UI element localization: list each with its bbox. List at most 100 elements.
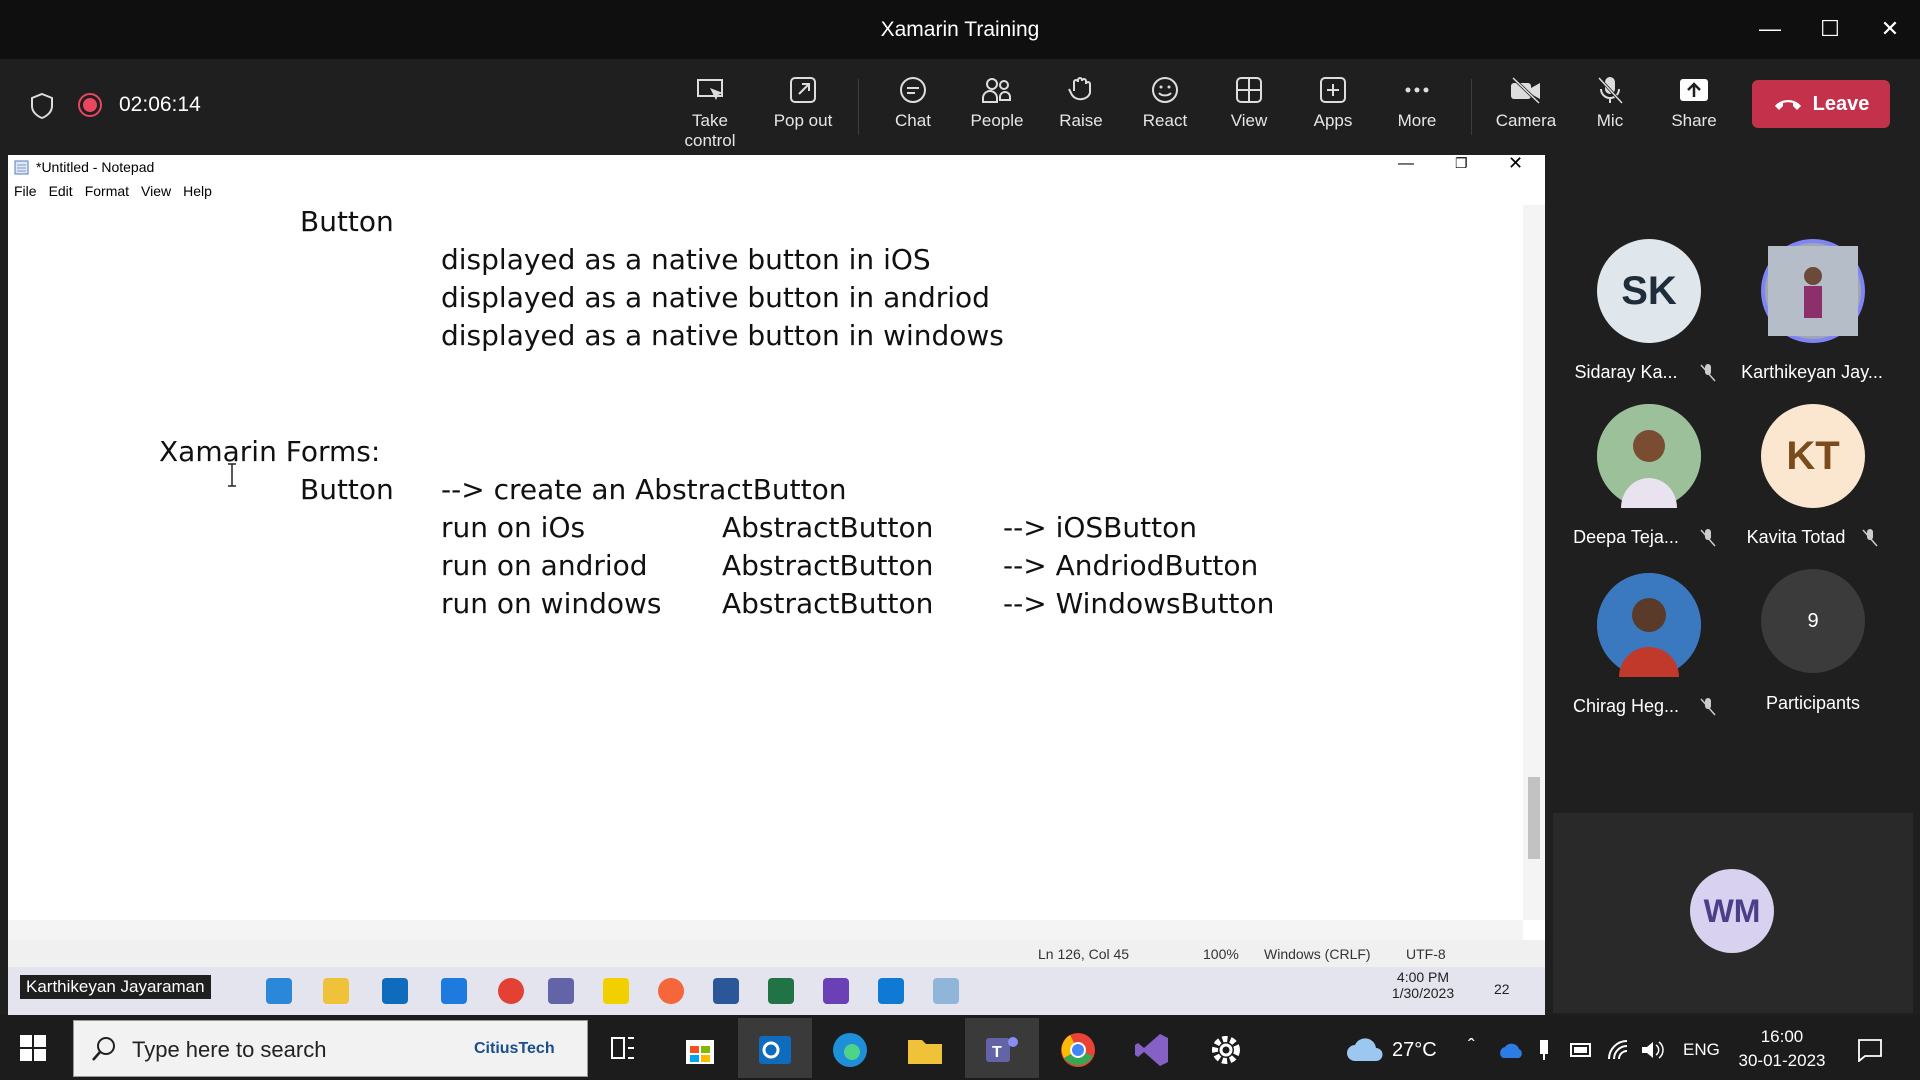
- notepad-restore-button[interactable]: ❐: [1455, 155, 1468, 172]
- people-button[interactable]: People: [952, 75, 1042, 131]
- citiustech-logo: CitiusTech: [474, 1040, 555, 1057]
- mail-icon: [441, 978, 467, 1004]
- text-line: displayed as a native button in windows: [441, 319, 1004, 352]
- text-line: displayed as a native button in andriod: [441, 281, 990, 314]
- notepad-title-bar: *Untitled - Notepad — ❐ ✕: [8, 153, 1545, 181]
- visual-studio-icon[interactable]: [1132, 1030, 1172, 1070]
- participant-name: Karthikeyan Jay...: [1741, 362, 1883, 382]
- chat-button[interactable]: Chat: [868, 75, 958, 131]
- person-photo-icon: [1597, 404, 1701, 508]
- wifi-icon[interactable]: [1606, 1038, 1630, 1062]
- menu-help[interactable]: Help: [183, 183, 212, 203]
- share-button[interactable]: Share: [1649, 75, 1739, 131]
- chrome-icon[interactable]: [1058, 1030, 1098, 1070]
- apps-button[interactable]: Apps: [1288, 75, 1378, 131]
- menu-file[interactable]: File: [14, 183, 37, 203]
- participant-avatar[interactable]: SK: [1597, 239, 1701, 343]
- settings-gear-icon[interactable]: [1206, 1030, 1246, 1070]
- apps-icon: [1320, 77, 1346, 103]
- text-line: run on iOs: [441, 511, 586, 544]
- chevron-up-icon[interactable]: ˆ: [1468, 1036, 1475, 1059]
- raise-hand-icon: [1068, 77, 1091, 101]
- participant-name: Kavita Totad: [1746, 527, 1846, 547]
- outlook-icon[interactable]: [755, 1030, 795, 1070]
- take-control-button[interactable]: Take control: [665, 75, 755, 151]
- self-avatar: WM: [1690, 869, 1774, 953]
- maximize-button[interactable]: ☐: [1805, 10, 1855, 48]
- meeting-toolbar: 02:06:14 Take control Pop out Chat Peopl…: [0, 59, 1920, 155]
- notepad-close-button[interactable]: ✕: [1508, 153, 1523, 174]
- vscode-icon: [878, 978, 904, 1004]
- microsoft-store-icon[interactable]: [680, 1030, 720, 1070]
- input-language[interactable]: ENG: [1683, 1040, 1720, 1060]
- teams-icon: [548, 978, 574, 1004]
- shield-icon: [31, 92, 53, 120]
- raise-hand-button[interactable]: Raise: [1036, 75, 1126, 131]
- teams-icon[interactable]: T: [982, 1030, 1022, 1070]
- camera-button[interactable]: Camera: [1481, 75, 1571, 131]
- minimize-button[interactable]: —: [1745, 10, 1795, 48]
- take-control-icon: [697, 79, 723, 100]
- pop-out-button[interactable]: Pop out: [758, 75, 848, 131]
- mic-button[interactable]: Mic: [1565, 75, 1655, 131]
- more-button[interactable]: More: [1372, 75, 1462, 131]
- usb-icon[interactable]: [1537, 1038, 1551, 1062]
- sticky-notes-icon: [603, 978, 629, 1004]
- search-placeholder: Type here to search: [132, 1037, 327, 1062]
- view-button[interactable]: View: [1204, 75, 1294, 131]
- encoding: UTF-8: [1406, 946, 1446, 962]
- chrome-icon: [498, 978, 524, 1004]
- react-button[interactable]: React: [1120, 75, 1210, 131]
- task-view-icon[interactable]: [604, 1030, 644, 1070]
- edge-icon[interactable]: [830, 1030, 870, 1070]
- file-explorer-icon[interactable]: [905, 1030, 945, 1070]
- scroll-thumb[interactable]: [1528, 777, 1540, 859]
- person-photo-icon: [1768, 246, 1858, 336]
- participant-avatar[interactable]: KT: [1761, 404, 1865, 508]
- participant-avatar-photo[interactable]: [1761, 239, 1865, 343]
- weather-temp[interactable]: 27°C: [1392, 1039, 1437, 1062]
- horizontal-scrollbar[interactable]: [8, 920, 1523, 940]
- menu-edit[interactable]: Edit: [49, 183, 73, 203]
- camera-off-icon: [1511, 76, 1541, 105]
- text-line: Xamarin Forms:: [159, 435, 381, 468]
- presenter-name: Karthikeyan Jayaraman: [20, 975, 211, 999]
- notepad-minimize-button[interactable]: —: [1398, 155, 1414, 173]
- participants-count-button[interactable]: 9: [1761, 569, 1865, 673]
- participant-avatar-photo[interactable]: [1597, 404, 1701, 508]
- menu-format[interactable]: Format: [85, 183, 129, 203]
- mic-off-icon: [1700, 698, 1716, 716]
- leave-button[interactable]: Leave: [1752, 80, 1890, 128]
- text-line: --> AndriodButton: [1003, 549, 1259, 582]
- self-video-tile: WM: [1553, 813, 1913, 1013]
- system-clock[interactable]: 16:00 30-01-2023: [1733, 1025, 1831, 1073]
- participant-avatar-photo[interactable]: [1597, 573, 1701, 677]
- participant-name: Chirag Heg...: [1572, 696, 1680, 716]
- notification-center-icon[interactable]: [1857, 1038, 1883, 1062]
- person-photo-icon: [1597, 573, 1701, 677]
- mic-off-icon: [1597, 76, 1624, 105]
- chat-icon: [900, 77, 926, 103]
- volume-icon[interactable]: [1640, 1038, 1664, 1062]
- menu-view[interactable]: View: [141, 183, 171, 203]
- shared-screen-notepad: *Untitled - Notepad — ❐ ✕ File Edit Form…: [8, 153, 1545, 967]
- mic-off-icon: [1862, 529, 1878, 547]
- close-button[interactable]: ✕: [1865, 10, 1915, 48]
- notepad-text-area[interactable]: Button displayed as a native button in i…: [8, 205, 1523, 920]
- participant-name: Deepa Teja...: [1573, 527, 1679, 547]
- notepad-status-bar: Ln 126, Col 45 100% Windows (CRLF) UTF-8: [8, 940, 1545, 967]
- remote-clock: 4:00 PM 1/30/2023: [1391, 969, 1455, 1001]
- shared-taskbar: Karthikeyan Jayaraman 4:00 PM 1/30/2023 …: [8, 967, 1545, 1015]
- battery-icon[interactable]: [1570, 1042, 1594, 1058]
- app-icon: [658, 978, 684, 1004]
- view-icon: [1236, 77, 1262, 103]
- pop-out-icon: [790, 77, 816, 103]
- taskbar-search-box[interactable]: Type here to search CitiusTech: [73, 1020, 588, 1077]
- windows-start-icon[interactable]: [20, 1035, 46, 1061]
- onedrive-icon[interactable]: [1497, 1042, 1525, 1060]
- text-line: run on andriod: [441, 549, 648, 582]
- text-line: --> iOSButton: [1003, 511, 1197, 544]
- notepad-title: *Untitled - Notepad: [36, 159, 155, 175]
- zoom-level: 100%: [1203, 946, 1239, 962]
- vertical-scrollbar[interactable]: [1523, 205, 1545, 920]
